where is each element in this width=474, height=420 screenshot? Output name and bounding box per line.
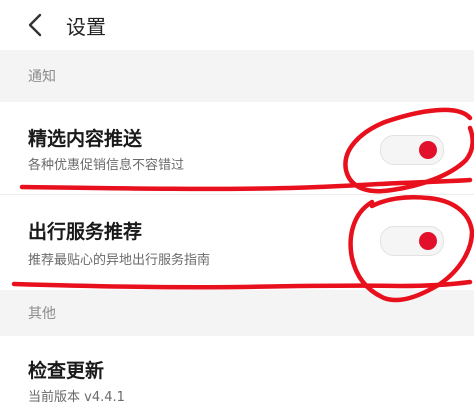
setting-row-check-update[interactable]: 检查更新 当前版本 v4.4.1 [0, 336, 474, 420]
toggle-knob [419, 232, 437, 250]
back-button[interactable] [0, 0, 70, 50]
chevron-left-icon [28, 13, 42, 37]
setting-subtitle: 推荐最贴心的异地出行服务指南 [28, 253, 211, 268]
toggle-knob [419, 141, 437, 159]
travel-service-toggle[interactable] [380, 226, 444, 256]
setting-title: 出行服务推荐 [28, 221, 143, 243]
top-bar: 设置 [0, 0, 474, 50]
setting-title: 精选内容推送 [28, 128, 143, 150]
featured-push-toggle[interactable] [380, 135, 444, 165]
section-header-notify: 通知 [0, 50, 474, 102]
setting-subtitle: 各种优惠促销信息不容错过 [28, 158, 185, 173]
version-text: 当前版本 v4.4.1 [28, 390, 125, 405]
page-title: 设置 [66, 14, 106, 39]
setting-title: 检查更新 [28, 360, 105, 382]
section-header-other: 其他 [0, 290, 474, 336]
